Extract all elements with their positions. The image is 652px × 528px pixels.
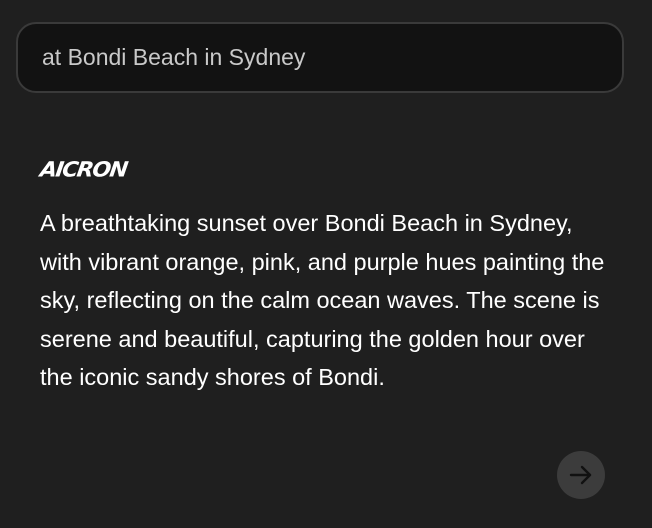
next-button[interactable] <box>557 451 605 499</box>
logo-text: AICRON <box>38 158 129 183</box>
search-box[interactable] <box>16 22 624 93</box>
search-input[interactable] <box>42 44 602 71</box>
aicron-logo: AICRON <box>38 158 129 183</box>
response-text: A breathtaking sunset over Bondi Beach i… <box>40 210 605 390</box>
arrow-right-icon <box>569 465 592 485</box>
